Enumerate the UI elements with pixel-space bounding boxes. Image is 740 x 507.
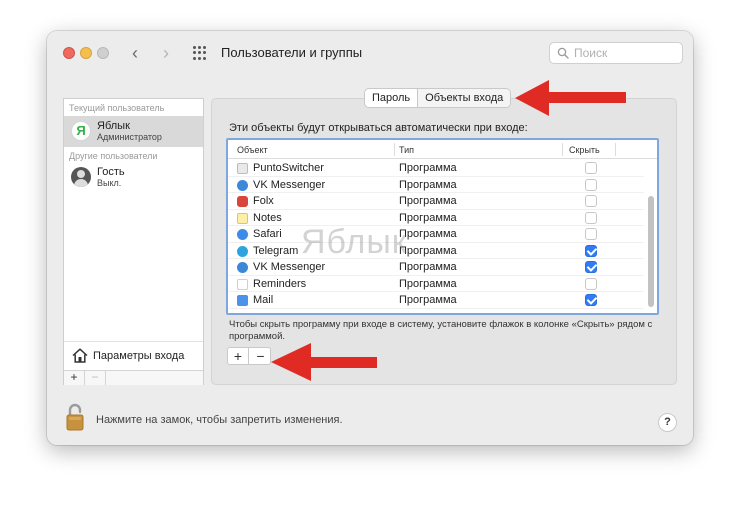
guest-avatar-icon — [71, 167, 91, 187]
app-name: Notes — [253, 211, 282, 224]
table-body: PuntoSwitcher Программа VK Messenger Програ… — [228, 160, 644, 309]
hide-checkbox[interactable] — [585, 162, 597, 174]
window-title: Пользователи и группы — [221, 45, 363, 60]
column-header-hide[interactable]: Скрыть — [569, 145, 600, 155]
column-header-object[interactable]: Объект — [237, 145, 268, 155]
user-row-yablyk[interactable]: Я Яблык Администратор — [64, 116, 203, 147]
app-type: Программа — [399, 195, 457, 207]
app-name: Folx — [253, 195, 274, 207]
back-chevron-icon[interactable]: ‹ — [127, 43, 143, 63]
show-all-grid-icon[interactable] — [193, 46, 207, 60]
scrollbar[interactable] — [646, 160, 655, 312]
telegram-icon — [237, 245, 248, 257]
lock-icon[interactable] — [65, 403, 85, 431]
watermark: Яблык — [301, 223, 408, 261]
tab-password[interactable]: Пароль — [365, 89, 417, 107]
app-type: Программа — [399, 162, 457, 174]
table-header: Объект Тип Скрыть — [228, 140, 657, 159]
vk-messenger-icon — [237, 262, 248, 273]
hide-checkbox[interactable] — [585, 261, 597, 273]
avatar: Я — [71, 121, 91, 141]
search-field[interactable] — [549, 42, 683, 64]
app-name: Telegram — [253, 244, 299, 257]
notes-icon — [237, 212, 248, 224]
user-role: Администратор — [97, 132, 162, 142]
remove-item-button[interactable]: − — [250, 348, 271, 364]
table-row[interactable]: Mail Программа — [228, 292, 644, 309]
scrollbar-thumb[interactable] — [648, 196, 654, 307]
app-name: PuntoSwitcher — [253, 162, 324, 174]
login-options-label: Параметры входа — [93, 350, 185, 362]
title-bar: ‹ › Пользователи и группы — [47, 31, 693, 75]
mail-icon — [237, 295, 248, 306]
add-item-button[interactable]: + — [228, 348, 249, 364]
forward-chevron-icon[interactable]: › — [158, 43, 174, 63]
hide-checkbox[interactable] — [585, 211, 597, 224]
table-row[interactable]: Folx Программа — [228, 193, 644, 210]
hint-text: Чтобы скрыть программу при входе в систе… — [229, 319, 653, 342]
reminders-icon — [237, 278, 248, 290]
home-icon — [72, 348, 88, 363]
app-type: Программа — [399, 294, 457, 306]
user-name: Гость — [97, 166, 125, 178]
add-user-button[interactable]: + — [64, 371, 85, 385]
user-row-guest[interactable]: Гость Выкл. — [64, 162, 203, 193]
app-name: VK Messenger — [253, 178, 326, 191]
close-button[interactable] — [63, 47, 75, 59]
table-row[interactable]: Notes Программа — [228, 210, 644, 226]
hide-checkbox[interactable] — [585, 244, 597, 257]
app-type: Программа — [399, 211, 457, 224]
users-sidebar: Текущий пользователь Я Яблык Администрат… — [63, 98, 204, 385]
table-row[interactable]: Safari Программа — [228, 226, 644, 243]
sidebar-button-bar: + − — [64, 370, 203, 385]
table-row[interactable]: VK Messenger Программа — [228, 177, 644, 193]
remove-user-button[interactable]: − — [85, 371, 106, 385]
user-role: Выкл. — [97, 178, 122, 188]
lock-text: Нажмите на замок, чтобы запретить измене… — [96, 414, 343, 426]
app-name: Mail — [253, 294, 274, 306]
table-row[interactable]: VK Messenger Программа — [228, 259, 644, 276]
vk-messenger-icon — [237, 179, 248, 191]
puntoswitcher-icon — [237, 163, 248, 174]
app-name: Safari — [253, 228, 282, 240]
hide-checkbox[interactable] — [585, 277, 597, 290]
safari-icon — [237, 229, 248, 240]
help-button[interactable]: ? — [658, 413, 677, 432]
app-name: VK Messenger — [253, 261, 326, 273]
current-user-header: Текущий пользователь — [69, 103, 165, 113]
arrow-annotation-icon — [515, 80, 626, 116]
add-remove-buttons: + − — [227, 347, 271, 365]
zoom-button[interactable] — [97, 47, 109, 59]
hide-checkbox[interactable] — [585, 195, 597, 207]
search-input[interactable] — [574, 45, 678, 61]
tab-control: Пароль Объекты входа — [364, 88, 512, 108]
login-options-item[interactable]: Параметры входа — [64, 341, 203, 369]
table-row[interactable]: Reminders Программа — [228, 276, 644, 292]
tab-login-items[interactable]: Объекты входа — [417, 89, 511, 107]
folx-icon — [237, 196, 248, 207]
table-row[interactable]: Telegram Программа — [228, 243, 644, 259]
intro-text: Эти объекты будут открываться автоматиче… — [229, 122, 528, 134]
user-name: Яблык — [97, 120, 130, 132]
search-icon — [557, 47, 569, 59]
table-row[interactable]: PuntoSwitcher Программа — [228, 160, 644, 177]
app-type: Программа — [399, 261, 457, 273]
app-name: Reminders — [253, 277, 307, 290]
column-header-type[interactable]: Тип — [399, 145, 414, 155]
hide-checkbox[interactable] — [585, 228, 597, 240]
login-items-table: Объект Тип Скрыть PuntoSwitcher Программа… — [226, 138, 659, 315]
other-users-header: Другие пользователи — [69, 151, 158, 161]
app-type: Программа — [399, 178, 457, 191]
arrow-annotation-icon — [271, 343, 377, 381]
app-type: Программа — [399, 277, 457, 290]
hide-checkbox[interactable] — [585, 294, 597, 306]
minimize-button[interactable] — [80, 47, 92, 59]
hide-checkbox[interactable] — [585, 178, 597, 191]
